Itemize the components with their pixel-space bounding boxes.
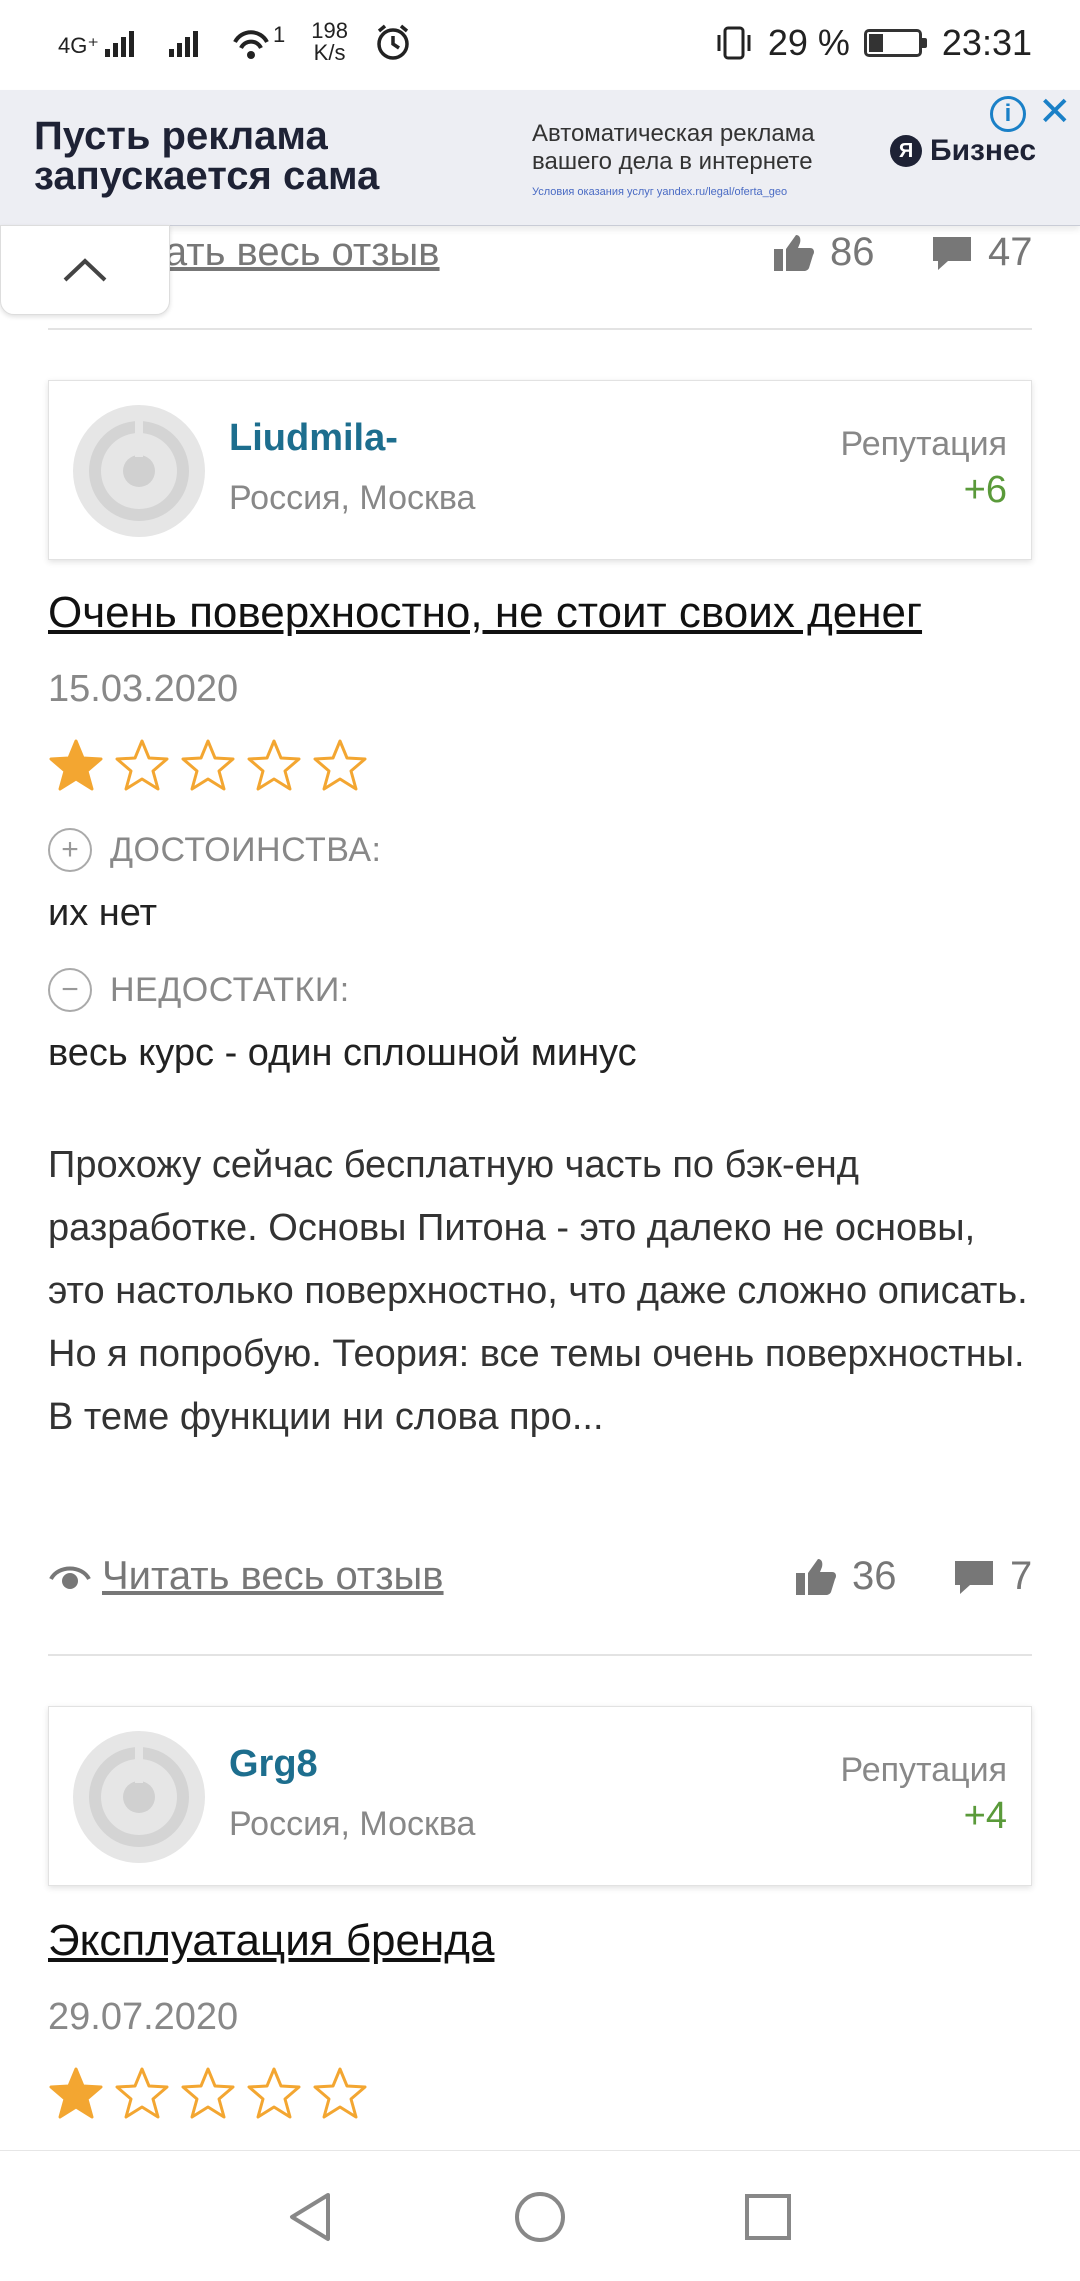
- read-more-label: Читать весь отзыв: [102, 1554, 444, 1598]
- prev-comment-count: 47: [988, 230, 1033, 274]
- reputation-label: Репутация: [840, 425, 1007, 463]
- recents-icon[interactable]: [738, 2187, 798, 2247]
- wifi-badge: 1: [272, 22, 286, 47]
- ad-banner[interactable]: Пусть реклама запускается сама Автоматич…: [0, 90, 1080, 226]
- comment-icon: [955, 1560, 993, 1594]
- review-title[interactable]: Очень поверхностно, не стоит своих денег: [48, 588, 922, 638]
- data-speed-unit: K/s: [313, 40, 346, 65]
- prev-like-button[interactable]: 86: [772, 230, 875, 275]
- ad-brand-logo: Я Бизнес: [890, 134, 1036, 168]
- rating-stars: [48, 2066, 370, 2122]
- plus-circle-icon: +: [48, 828, 92, 872]
- username[interactable]: Grg8: [229, 1743, 318, 1786]
- comment-button[interactable]: 7: [952, 1554, 1032, 1599]
- ad-subtext: Автоматическая реклама вашего дела в инт…: [532, 120, 815, 175]
- star-icon: [115, 2067, 169, 2119]
- system-nav-bar: [0, 2150, 1080, 2281]
- avatar[interactable]: [73, 1731, 205, 1863]
- ad-fine-print: Условия оказания услуг yandex.ru/legal/o…: [532, 186, 788, 198]
- star-icon: [247, 739, 301, 791]
- review-body: Прохожу сейчас бесплатную часть по бэк-е…: [48, 1144, 1028, 1438]
- like-count: 36: [852, 1554, 897, 1598]
- star-icon: [313, 739, 367, 791]
- comment-count: 7: [1010, 1554, 1033, 1598]
- star-icon: [181, 2067, 235, 2119]
- ad-brand-name: Бизнес: [930, 134, 1037, 167]
- user-location: Россия, Москва: [229, 1805, 476, 1843]
- default-avatar-icon: [89, 1747, 189, 1847]
- read-more-link[interactable]: Читать весь отзыв: [48, 1554, 444, 1599]
- review-date: 29.07.2020: [48, 1996, 239, 2038]
- review-title[interactable]: Эксплуатация бренда: [48, 1916, 494, 1966]
- yandex-logo-icon: Я: [890, 135, 922, 167]
- avatar[interactable]: [73, 405, 205, 537]
- default-avatar-icon: [89, 421, 189, 521]
- ad-info-icon[interactable]: i: [990, 96, 1026, 132]
- battery-level: [868, 34, 883, 52]
- author-card[interactable]: Grg8 Россия, Москва Репутация +4: [48, 1706, 1032, 1886]
- reputation-value: +6: [963, 469, 1007, 511]
- battery-icon: [863, 29, 927, 57]
- prev-like-count: 86: [830, 230, 875, 274]
- minus-circle-icon: −: [48, 968, 92, 1012]
- author-card[interactable]: Liudmila- Россия, Москва Репутация +6: [48, 380, 1032, 560]
- cons-label: НЕДОСТАТКИ:: [110, 970, 350, 1009]
- pros-label: ДОСТОИНСТВА:: [110, 830, 382, 869]
- signal-bars-icon: [104, 31, 134, 57]
- alarm-icon: [377, 24, 409, 60]
- star-icon: [181, 739, 235, 791]
- star-icon: [49, 2067, 103, 2119]
- network-type: 4G⁺: [58, 33, 99, 58]
- wifi-icon: [233, 30, 269, 59]
- review-date: 15.03.2020: [48, 668, 239, 710]
- pros-text: их нет: [48, 892, 158, 934]
- prev-comment-button[interactable]: 47: [930, 230, 1033, 275]
- star-icon: [313, 2067, 367, 2119]
- data-speed: 198: [311, 18, 348, 43]
- thumbs-up-icon: [796, 1558, 836, 1595]
- user-location: Россия, Москва: [229, 479, 476, 517]
- reputation-label: Репутация: [840, 1751, 1007, 1789]
- eye-icon: [49, 1566, 91, 1589]
- status-bar: 4G⁺ 1 198 K/s 29 % 23:31: [0, 0, 1080, 90]
- vibrate-icon: [717, 26, 751, 60]
- star-icon: [247, 2067, 301, 2119]
- chevron-up-icon: [63, 258, 107, 282]
- comment-icon: [933, 236, 971, 270]
- thumbs-up-icon: [774, 234, 814, 271]
- reputation-value: +4: [963, 1795, 1007, 1837]
- cons-header: − НЕДОСТАТКИ:: [48, 968, 350, 1012]
- ad-headline: Пусть реклама запускается сама: [34, 114, 380, 198]
- home-icon[interactable]: [510, 2187, 570, 2247]
- ad-close-icon[interactable]: ✕: [1038, 92, 1072, 132]
- rating-stars: [48, 738, 370, 794]
- cons-text: весь курс - один сплошной минус: [48, 1032, 637, 1074]
- back-icon[interactable]: [280, 2187, 340, 2247]
- mobile-signal-4g: 4G⁺: [58, 27, 141, 57]
- signal-bars-icon-2: [168, 31, 198, 57]
- divider: [48, 328, 1032, 330]
- star-icon: [49, 739, 103, 791]
- pros-header: + ДОСТОИНСТВА:: [48, 828, 381, 872]
- scroll-up-button[interactable]: [0, 225, 170, 315]
- clock: 23:31: [941, 22, 1032, 63]
- divider: [48, 1654, 1032, 1656]
- star-icon: [115, 739, 169, 791]
- battery-percent: 29 %: [767, 22, 850, 63]
- like-button[interactable]: 36: [794, 1554, 897, 1599]
- username[interactable]: Liudmila-: [229, 417, 398, 460]
